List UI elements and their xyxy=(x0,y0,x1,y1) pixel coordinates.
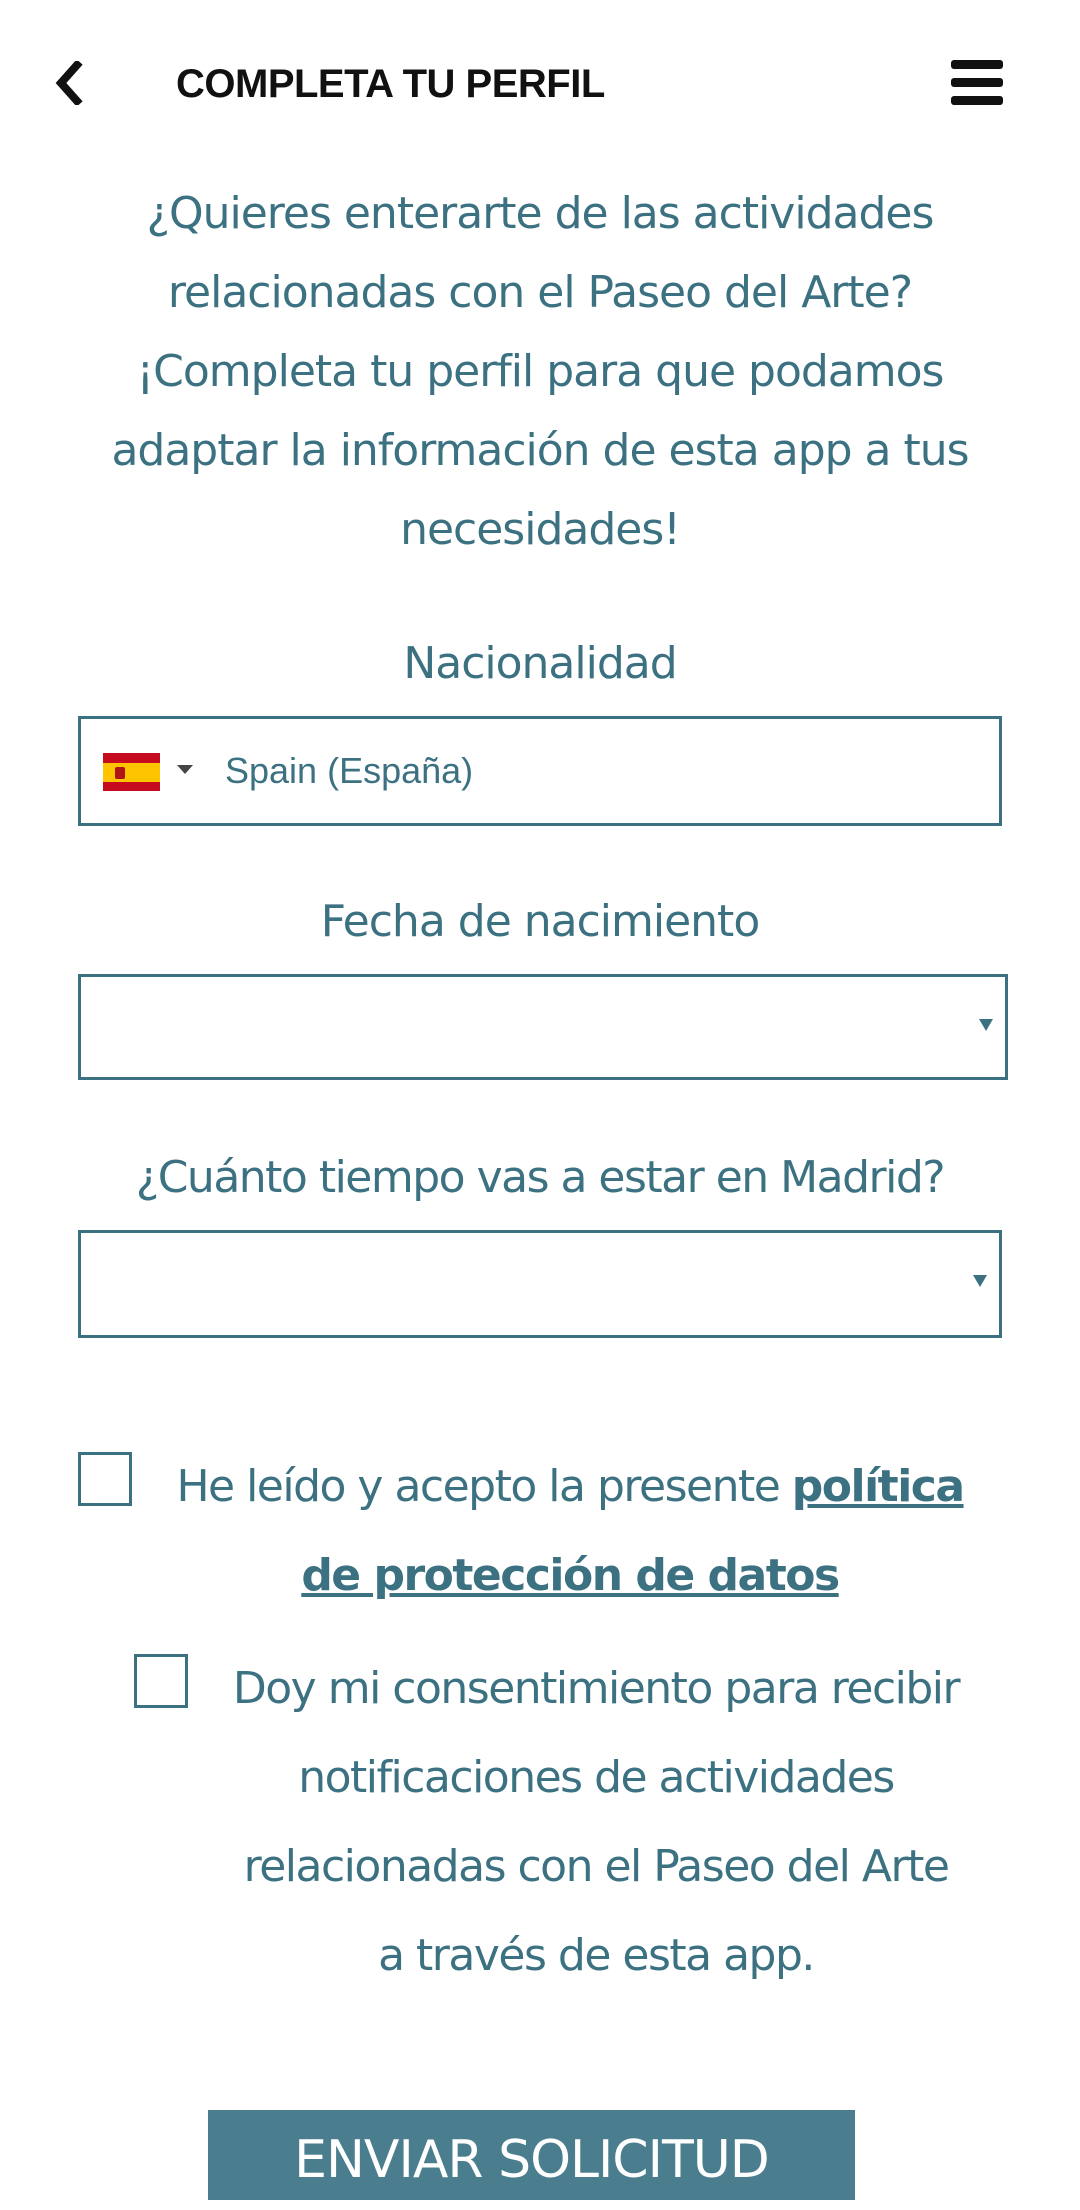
dropdown-arrow-icon xyxy=(979,1019,993,1031)
back-button[interactable] xyxy=(40,48,96,118)
page-title: COMPLETA TU PERFIL xyxy=(176,62,605,106)
nationality-label: Nacionalidad xyxy=(403,638,677,689)
intro-text: ¿Quieres enterarte de las actividades re… xyxy=(111,188,969,555)
menu-button[interactable] xyxy=(946,52,1008,114)
privacy-consent-text: He leído y acepto la presente política d… xyxy=(150,1442,990,1620)
birthdate-select[interactable] xyxy=(78,974,1008,1080)
notifications-consent-checkbox[interactable] xyxy=(134,1654,188,1708)
privacy-consent-label: He leído y acepto la presente xyxy=(176,1461,792,1512)
hamburger-menu-icon xyxy=(951,60,1003,105)
dropdown-arrow-icon xyxy=(973,1275,987,1287)
spain-flag-icon[interactable] xyxy=(103,753,160,791)
caret-down-icon[interactable] xyxy=(177,765,193,774)
app-header: COMPLETA TU PERFIL xyxy=(0,0,1080,165)
birthdate-label: Fecha de nacimiento xyxy=(320,896,760,947)
notifications-consent-text: Doy mi consentimiento para recibir notif… xyxy=(232,1663,961,1981)
chevron-left-icon xyxy=(55,61,83,105)
stay-duration-select[interactable] xyxy=(78,1230,1002,1338)
nationality-value: Spain (España) xyxy=(225,750,474,791)
privacy-consent-checkbox[interactable] xyxy=(78,1452,132,1506)
submit-button[interactable]: ENVIAR SOLICITUD xyxy=(208,2110,855,2200)
stay-duration-label: ¿Cuánto tiempo vas a estar en Madrid? xyxy=(135,1152,946,1203)
nationality-field[interactable]: Spain (España) xyxy=(78,716,1002,826)
